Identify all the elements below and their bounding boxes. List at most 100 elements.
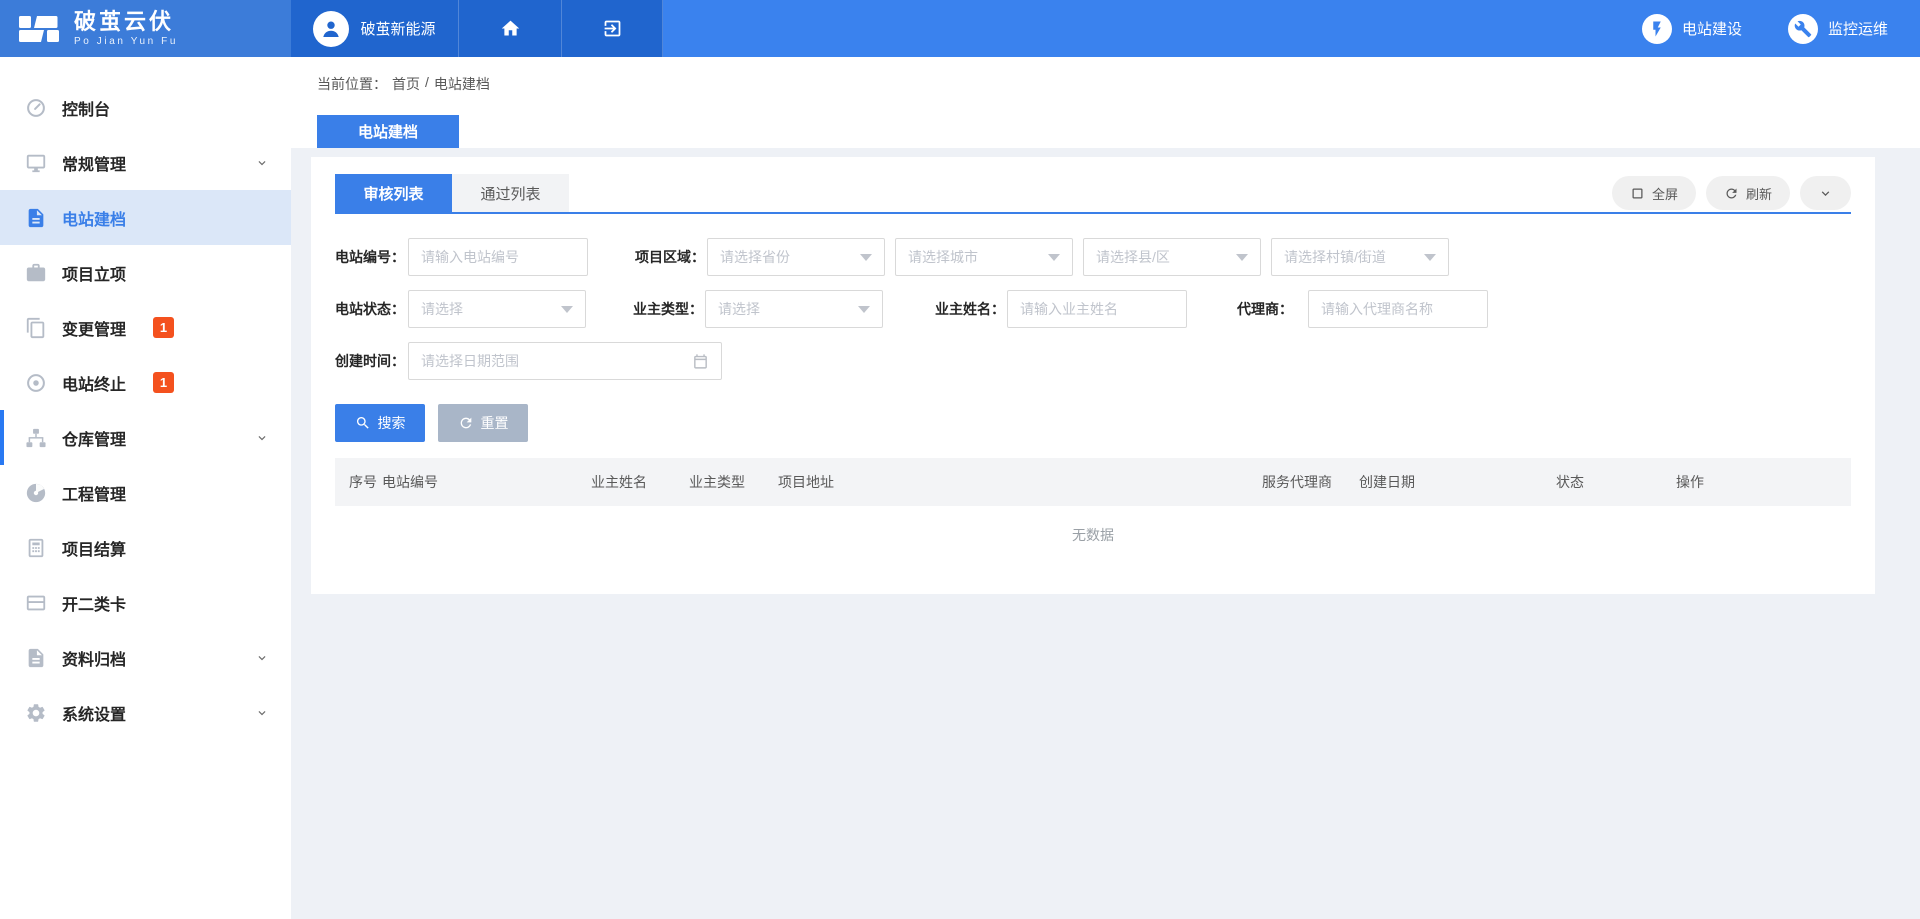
home-button[interactable] — [459, 0, 562, 57]
sidebar-item-station-termination[interactable]: 电站终止 1 — [0, 355, 291, 410]
sidebar-item-data-archive[interactable]: 资料归档 — [0, 630, 291, 685]
table-column-header: 序号 — [349, 472, 382, 492]
record-icon — [25, 372, 47, 394]
chevron-down-icon — [1818, 186, 1833, 201]
brand-mark-icon — [16, 9, 62, 49]
sidebar-item-label: 电站终止 — [62, 371, 126, 395]
copy-icon — [25, 317, 47, 339]
select-caret-icon — [858, 306, 870, 313]
user-menu[interactable]: 破茧新能源 — [291, 0, 459, 57]
breadcrumb: 当前位置： 首页 / 电站建档 — [291, 57, 1920, 94]
sidebar-item-system-settings[interactable]: 系统设置 — [0, 685, 291, 740]
sidebar-item-label: 项目立项 — [62, 261, 126, 285]
sidebar-item-general-management[interactable]: 常规管理 — [0, 135, 291, 190]
tab-passed-list[interactable]: 通过列表 — [452, 174, 569, 212]
tab-review-list[interactable]: 审核列表 — [335, 174, 452, 212]
logout-button[interactable] — [562, 0, 663, 57]
station-no-input[interactable] — [408, 238, 588, 276]
sidebar-item-project-settlement[interactable]: 项目结算 — [0, 520, 291, 575]
gauge-icon — [25, 482, 47, 504]
region-label: 项目区域： — [635, 247, 707, 267]
fullscreen-icon — [1630, 186, 1645, 201]
top-bar: 破茧云伏 Po Jian Yun Fu 破茧新能源 电站建设 监控运维 — [0, 0, 1920, 57]
table-column-header: 业主类型 — [689, 472, 778, 492]
tab-underline — [335, 212, 1851, 214]
table-column-header: 状态 — [1556, 472, 1676, 492]
sidebar-item-label: 变更管理 — [62, 316, 126, 340]
region-select-placeholder: 请选择省份 — [720, 247, 790, 267]
reset-button[interactable]: 重置 — [438, 404, 528, 442]
monitor-icon — [25, 152, 47, 174]
sidebar-item-label: 常规管理 — [62, 151, 126, 175]
fullscreen-button[interactable]: 全屏 — [1612, 176, 1696, 210]
briefcase-icon — [25, 262, 47, 284]
region-select-3[interactable]: 请选择村镇/街道 — [1271, 238, 1449, 276]
sidebar-item-label: 项目结算 — [62, 536, 126, 560]
dashboard-icon — [25, 97, 47, 119]
sitemap-icon — [25, 427, 47, 449]
chevron-down-icon — [255, 651, 269, 665]
sidebar-item-change-management[interactable]: 变更管理 1 — [0, 300, 291, 355]
top-link-monitoring-ops[interactable]: 监控运维 — [1788, 14, 1888, 44]
calculator-icon — [25, 537, 47, 559]
user-avatar-icon — [313, 11, 349, 47]
create-time-range-picker[interactable]: 请选择日期范围 — [408, 342, 722, 380]
chevron-down-icon — [255, 431, 269, 445]
agent-input[interactable] — [1308, 290, 1488, 328]
breadcrumb-separator: / — [425, 74, 429, 94]
lightning-icon — [1642, 14, 1672, 44]
refresh-button[interactable]: 刷新 — [1706, 176, 1790, 210]
select-caret-icon — [1048, 254, 1060, 261]
page-tab-station-archive[interactable]: 电站建档 — [317, 115, 459, 148]
owner-name-input[interactable] — [1007, 290, 1187, 328]
search-button-label: 搜索 — [378, 413, 406, 433]
breadcrumb-prefix: 当前位置： — [317, 74, 387, 94]
top-link-label: 电站建设 — [1682, 18, 1742, 39]
owner-type-select[interactable]: 请选择 — [705, 290, 883, 328]
reset-button-label: 重置 — [481, 413, 509, 433]
select-caret-icon — [1236, 254, 1248, 261]
brand-name: 破茧云伏 — [74, 10, 178, 33]
home-icon — [500, 18, 521, 39]
sidebar-item-engineering-management[interactable]: 工程管理 — [0, 465, 291, 520]
create-time-label: 创建时间： — [335, 351, 408, 371]
topbar-right-links: 电站建设 监控运维 — [663, 0, 1920, 57]
region-select-0[interactable]: 请选择省份 — [707, 238, 885, 276]
sidebar-item-station-archive[interactable]: 电站建档 — [0, 190, 291, 245]
panel-toolbar: 全屏 刷新 — [1612, 176, 1851, 210]
notification-badge: 1 — [153, 372, 174, 393]
search-button[interactable]: 搜索 — [335, 404, 425, 442]
fullscreen-label: 全屏 — [1652, 184, 1678, 203]
top-link-station-construction[interactable]: 电站建设 — [1642, 14, 1742, 44]
refresh-label: 刷新 — [1746, 184, 1772, 203]
select-caret-icon — [1424, 254, 1436, 261]
region-select-placeholder: 请选择城市 — [908, 247, 978, 267]
chevron-down-icon — [255, 156, 269, 170]
station-status-select[interactable]: 请选择 — [408, 290, 586, 328]
agent-label: 代理商： — [1237, 299, 1308, 319]
top-link-label: 监控运维 — [1828, 18, 1888, 39]
sidebar-item-label: 控制台 — [62, 96, 110, 120]
page-header: 当前位置： 首页 / 电站建档 电站建档 — [291, 57, 1920, 148]
region-select-1[interactable]: 请选择城市 — [895, 238, 1073, 276]
sidebar-item-second-type-card[interactable]: 开二类卡 — [0, 575, 291, 630]
reset-icon — [458, 415, 474, 431]
sidebar-item-warehouse-management[interactable]: 仓库管理 — [0, 410, 291, 465]
collapse-button[interactable] — [1800, 176, 1851, 210]
sidebar-item-label: 电站建档 — [62, 206, 126, 230]
archive-icon — [25, 647, 47, 669]
region-select-2[interactable]: 请选择县/区 — [1083, 238, 1261, 276]
sidebar-item-console[interactable]: 控制台 — [0, 80, 291, 135]
table-column-header: 创建日期 — [1359, 472, 1556, 492]
logout-icon — [602, 18, 623, 39]
search-icon — [355, 415, 371, 431]
owner-type-label: 业主类型： — [633, 299, 705, 319]
sidebar-item-project-initiation[interactable]: 项目立项 — [0, 245, 291, 300]
gear-icon — [25, 702, 47, 724]
sidebar-item-label: 资料归档 — [62, 646, 126, 670]
station-no-label: 电站编号： — [335, 247, 408, 267]
refresh-icon — [1724, 186, 1739, 201]
region-select-placeholder: 请选择村镇/街道 — [1284, 247, 1386, 267]
breadcrumb-home[interactable]: 首页 — [392, 74, 420, 94]
station-status-placeholder: 请选择 — [421, 299, 463, 319]
